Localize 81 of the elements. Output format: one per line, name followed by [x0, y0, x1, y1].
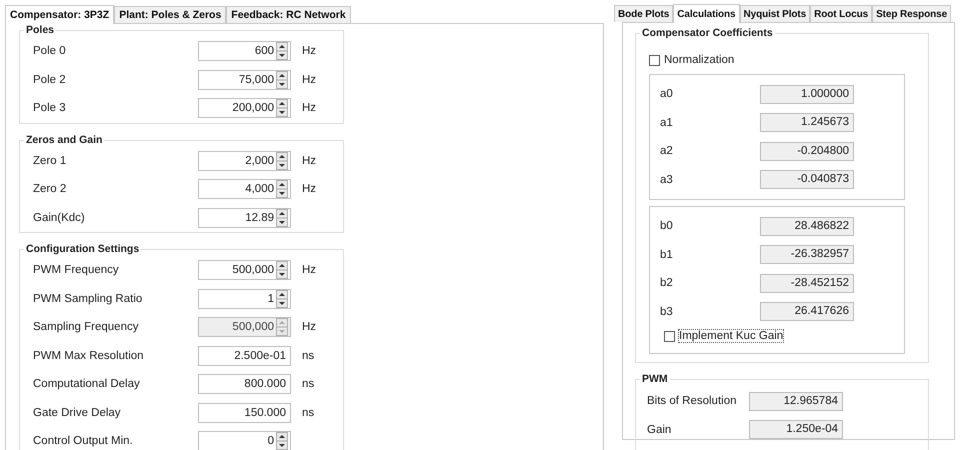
readonly-field: -0.040873 — [760, 170, 854, 190]
field-label: Gate Drive Delay — [33, 406, 122, 419]
readonly-field: 1.250e-04 — [749, 420, 843, 440]
group-title: Compensator Coefficients — [640, 27, 775, 39]
readonly-field: -26.382957 — [760, 245, 854, 264]
readonly-field: 28.486822 — [760, 216, 854, 236]
field-label: Pole 2 — [33, 74, 67, 86]
group-title: Configuration Settings — [24, 243, 142, 255]
unit-label: Hz — [302, 74, 316, 86]
input-field[interactable]: 800.000 — [198, 374, 291, 394]
field-label: PWM Sampling Ratio — [33, 292, 144, 305]
spinner-icon[interactable] — [276, 99, 288, 118]
input-field[interactable]: 150.000 — [198, 402, 291, 423]
field-label: Zero 2 — [33, 183, 68, 196]
spin-field[interactable]: 1 — [198, 288, 291, 309]
group-title: Poles — [24, 24, 56, 36]
unit-label: Hz — [302, 45, 316, 58]
unit-label: ns — [302, 350, 314, 362]
readonly-field: 1.245673 — [760, 113, 854, 132]
spin-field[interactable]: 200,000 — [198, 98, 291, 118]
checkbox[interactable] — [649, 54, 660, 66]
spinner-icon[interactable] — [276, 180, 288, 198]
tab[interactable]: Step Response — [872, 5, 952, 22]
field-label: Pole 3 — [33, 102, 67, 114]
checkbox-label[interactable]: Implement Kuc Gain — [679, 330, 784, 342]
coefficient-label: b2 — [660, 277, 674, 290]
checkbox[interactable] — [664, 330, 675, 342]
field-label: Pole 0 — [33, 45, 67, 58]
group-title: PWM — [640, 373, 670, 385]
tab[interactable]: Calculations — [673, 4, 740, 23]
coefficient-label: a3 — [660, 174, 674, 186]
field-label: Gain(Kdc) — [33, 212, 86, 224]
spin-field[interactable]: 500,000 — [198, 260, 291, 280]
readonly-field: 12.965784 — [749, 392, 843, 411]
unit-label: Hz — [302, 154, 316, 167]
tab[interactable]: Root Locus — [810, 5, 872, 22]
unit-label: ns — [302, 378, 314, 390]
field-label: Computational Delay — [33, 378, 141, 390]
tab[interactable]: Plant: Poles & Zeros — [114, 6, 226, 23]
field-label: PWM Frequency — [33, 264, 120, 276]
unit-label: Hz — [302, 102, 316, 114]
unit-label: Hz — [302, 264, 316, 276]
input-field[interactable]: 2.500e-01 — [198, 346, 291, 366]
coefficient-label: b1 — [660, 248, 674, 261]
spin-field[interactable]: 75,000 — [198, 70, 291, 90]
field-label: Zero 1 — [33, 154, 68, 167]
spinner-icon[interactable] — [276, 208, 288, 227]
spinner-icon[interactable] — [276, 290, 288, 308]
readonly-field: 26.417626 — [760, 302, 854, 322]
coefficient-label: b3 — [660, 306, 674, 318]
readonly-field: -28.452152 — [760, 274, 854, 293]
coefficient-label: b0 — [660, 220, 674, 232]
coefficient-label: a1 — [660, 116, 674, 129]
coefficient-label: a2 — [660, 145, 674, 158]
spinner-icon[interactable] — [276, 152, 288, 170]
field-label: Gain — [647, 424, 672, 436]
readonly-field: -0.204800 — [760, 142, 854, 161]
unit-label: ns — [302, 406, 314, 419]
field-label: PWM Max Resolution — [33, 350, 145, 362]
spin-field[interactable]: 2,000 — [198, 150, 291, 171]
spinner-icon[interactable] — [276, 70, 288, 89]
readonly-field: 1.000000 — [760, 84, 854, 104]
tab[interactable]: Bode Plots — [614, 5, 674, 22]
spinner-icon[interactable] — [276, 432, 288, 450]
unit-label: Hz — [302, 183, 316, 196]
spin-field[interactable]: 0 — [198, 431, 291, 450]
field-label: Control Output Min. — [33, 435, 134, 448]
spin-field[interactable]: 4,000 — [198, 179, 291, 200]
group-title: Zeros and Gain — [24, 134, 104, 146]
tab[interactable]: Nyquist Plots — [740, 5, 810, 22]
spin-field[interactable]: 600 — [198, 41, 291, 62]
spinner-icon[interactable] — [276, 42, 288, 60]
unit-label: Hz — [302, 321, 316, 334]
spin-field[interactable]: 12.89 — [198, 208, 291, 228]
field-label: Bits of Resolution — [647, 395, 738, 408]
coefficient-label: a0 — [660, 88, 674, 100]
tab[interactable]: Compensator: 3P3Z — [5, 5, 114, 24]
tab[interactable]: Feedback: RC Network — [226, 6, 351, 23]
spinner-icon[interactable] — [276, 261, 288, 280]
field-label: Sampling Frequency — [33, 321, 140, 334]
checkbox-label[interactable]: Normalization — [664, 54, 734, 66]
